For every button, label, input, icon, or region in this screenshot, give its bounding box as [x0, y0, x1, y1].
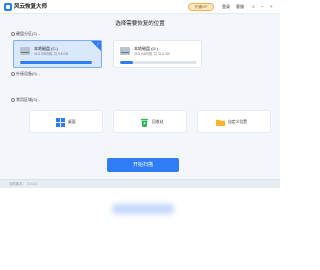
location-label: 自定义位置	[228, 120, 247, 124]
drag-ghost-glow	[112, 204, 174, 214]
status-footer: 当前版本： 2.0.0.0	[0, 179, 280, 188]
external-section-label: 外接设备(0)	[16, 71, 37, 76]
title-bar: 风云恢复大师 开通VIP 登录 客服 ≡ – ×	[0, 0, 280, 14]
disk-space: 29.6 GB可用, 共 31.6 GB	[134, 52, 170, 56]
disk-space: 41.5 GB可用, 共 9.8 GB	[34, 52, 68, 56]
chevron-down-icon: ⌄	[37, 98, 41, 102]
version-text: 当前版本： 2.0.0.0	[9, 182, 38, 186]
vip-button[interactable]: 开通VIP	[188, 3, 214, 11]
disk-usage-fill	[120, 61, 134, 64]
hard-drive-icon	[120, 47, 130, 55]
page-title: 选择需要恢复的位置	[115, 21, 165, 27]
disk-card-d[interactable]: 本地磁盘 (D:) 29.6 GB可用, 共 31.6 GB	[113, 40, 202, 68]
disk-section-label: 硬盘分区(2)	[16, 31, 37, 36]
chevron-down-icon: ⌄	[37, 72, 41, 76]
minimize-icon[interactable]: –	[261, 3, 264, 11]
common-section-header[interactable]: 常用区域(3)⌄	[11, 97, 41, 103]
location-custom[interactable]: 自定义位置	[197, 110, 271, 133]
login-link[interactable]: 登录	[222, 3, 230, 11]
external-section-header[interactable]: 外接设备(0)⌄	[11, 71, 41, 77]
location-recycle-bin[interactable]: 回收站	[113, 110, 187, 133]
disk-name: 本地磁盘 (C:)	[34, 46, 58, 51]
disk-usage-fill	[20, 61, 93, 64]
support-link[interactable]: 客服	[236, 3, 244, 11]
hard-drive-icon	[20, 47, 30, 55]
disk-name: 本地磁盘 (D:)	[134, 46, 158, 51]
location-label: 回收站	[152, 120, 164, 124]
chevron-down-icon: ⌄	[37, 32, 41, 36]
disk-section-header[interactable]: 硬盘分区(2)⌄	[11, 31, 41, 37]
collapse-icon	[11, 31, 15, 36]
disk-usage-bar	[20, 61, 97, 64]
common-section-label: 常用区域(3)	[16, 97, 37, 102]
recycle-bin-icon	[140, 118, 149, 127]
selected-check-icon: ✓	[91, 41, 101, 51]
app-window: 风云恢复大师 开通VIP 登录 客服 ≡ – × 选择需要恢复的位置 硬盘分区(…	[0, 0, 280, 188]
disk-usage-bar	[120, 61, 197, 64]
folder-icon	[216, 119, 225, 127]
disk-card-c[interactable]: 本地磁盘 (C:) 41.5 GB可用, 共 9.8 GB ✓	[13, 40, 102, 68]
location-desktop[interactable]: 桌面	[29, 110, 103, 133]
windows-icon	[56, 118, 65, 127]
app-logo-icon	[4, 3, 12, 11]
collapse-icon	[11, 71, 15, 76]
start-scan-button[interactable]: 开始扫描	[107, 158, 179, 172]
collapse-icon	[11, 97, 15, 102]
menu-icon[interactable]: ≡	[252, 3, 255, 11]
app-name: 风云恢复大师	[14, 4, 48, 10]
close-icon[interactable]: ×	[270, 3, 273, 11]
location-label: 桌面	[68, 120, 76, 124]
